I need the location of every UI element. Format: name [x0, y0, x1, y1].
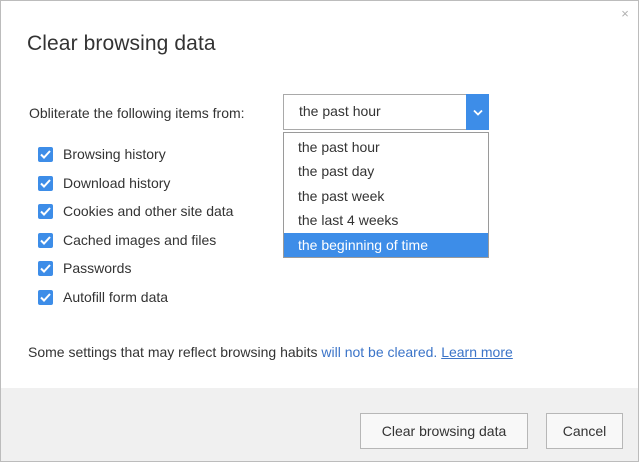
cached-images-checkbox[interactable]	[38, 232, 53, 248]
checklist-item-browsing-history[interactable]: Browsing history	[38, 144, 166, 164]
checkmark-icon	[40, 178, 51, 188]
download-history-checkbox[interactable]	[38, 175, 53, 191]
learn-more-link[interactable]: Learn more	[441, 344, 513, 360]
passwords-checkbox[interactable]	[38, 260, 53, 276]
autofill-label: Autofill form data	[63, 289, 169, 305]
clear-browsing-data-dialog: × Clear browsing data Obliterate the fol…	[0, 0, 639, 462]
download-history-label: Download history	[63, 175, 171, 191]
checklist-item-cookies[interactable]: Cookies and other site data	[38, 201, 233, 221]
time-range-select[interactable]: the past hour	[283, 94, 489, 130]
browsing-history-checkbox[interactable]	[38, 146, 53, 162]
checklist-item-cached-images[interactable]: Cached images and files	[38, 230, 216, 250]
clear-browsing-data-button[interactable]: Clear browsing data	[360, 413, 528, 449]
info-highlight: will not be cleared.	[321, 344, 438, 360]
time-range-option-beginning-of-time[interactable]: the beginning of time	[284, 232, 488, 257]
cookies-label: Cookies and other site data	[63, 203, 234, 219]
checkmark-icon	[40, 292, 51, 302]
checkmark-icon	[40, 263, 51, 273]
checkmark-icon	[40, 235, 51, 245]
checklist-item-autofill[interactable]: Autofill form data	[38, 287, 168, 307]
checklist-item-download-history[interactable]: Download history	[38, 173, 170, 193]
cached-images-label: Cached images and files	[63, 232, 217, 248]
info-text: Some settings that may reflect browsing …	[28, 344, 513, 360]
passwords-label: Passwords	[63, 260, 132, 276]
time-range-dropdown-list: the past hour the past day the past week…	[283, 132, 489, 258]
chevron-down-icon[interactable]	[466, 94, 489, 130]
time-range-selected-value: the past hour	[299, 103, 381, 119]
time-range-option-past-week[interactable]: the past week	[284, 184, 488, 208]
checklist-item-passwords[interactable]: Passwords	[38, 258, 131, 278]
dialog-title: Clear browsing data	[27, 32, 216, 55]
checkmark-icon	[40, 149, 51, 159]
browsing-history-label: Browsing history	[63, 146, 166, 162]
time-range-option-past-hour[interactable]: the past hour	[284, 135, 488, 159]
checkmark-icon	[40, 206, 51, 216]
time-range-option-past-day[interactable]: the past day	[284, 159, 488, 183]
time-range-option-last-4-weeks[interactable]: the last 4 weeks	[284, 208, 488, 232]
info-prefix: Some settings that may reflect browsing …	[28, 344, 322, 360]
time-range-row: Obliterate the following items from:	[29, 101, 245, 125]
cookies-checkbox[interactable]	[38, 203, 53, 219]
time-range-label: Obliterate the following items from:	[29, 105, 245, 121]
cancel-button[interactable]: Cancel	[546, 413, 623, 449]
dialog-footer: Clear browsing data Cancel	[1, 388, 638, 461]
autofill-checkbox[interactable]	[38, 289, 53, 305]
close-icon[interactable]: ×	[618, 7, 632, 21]
